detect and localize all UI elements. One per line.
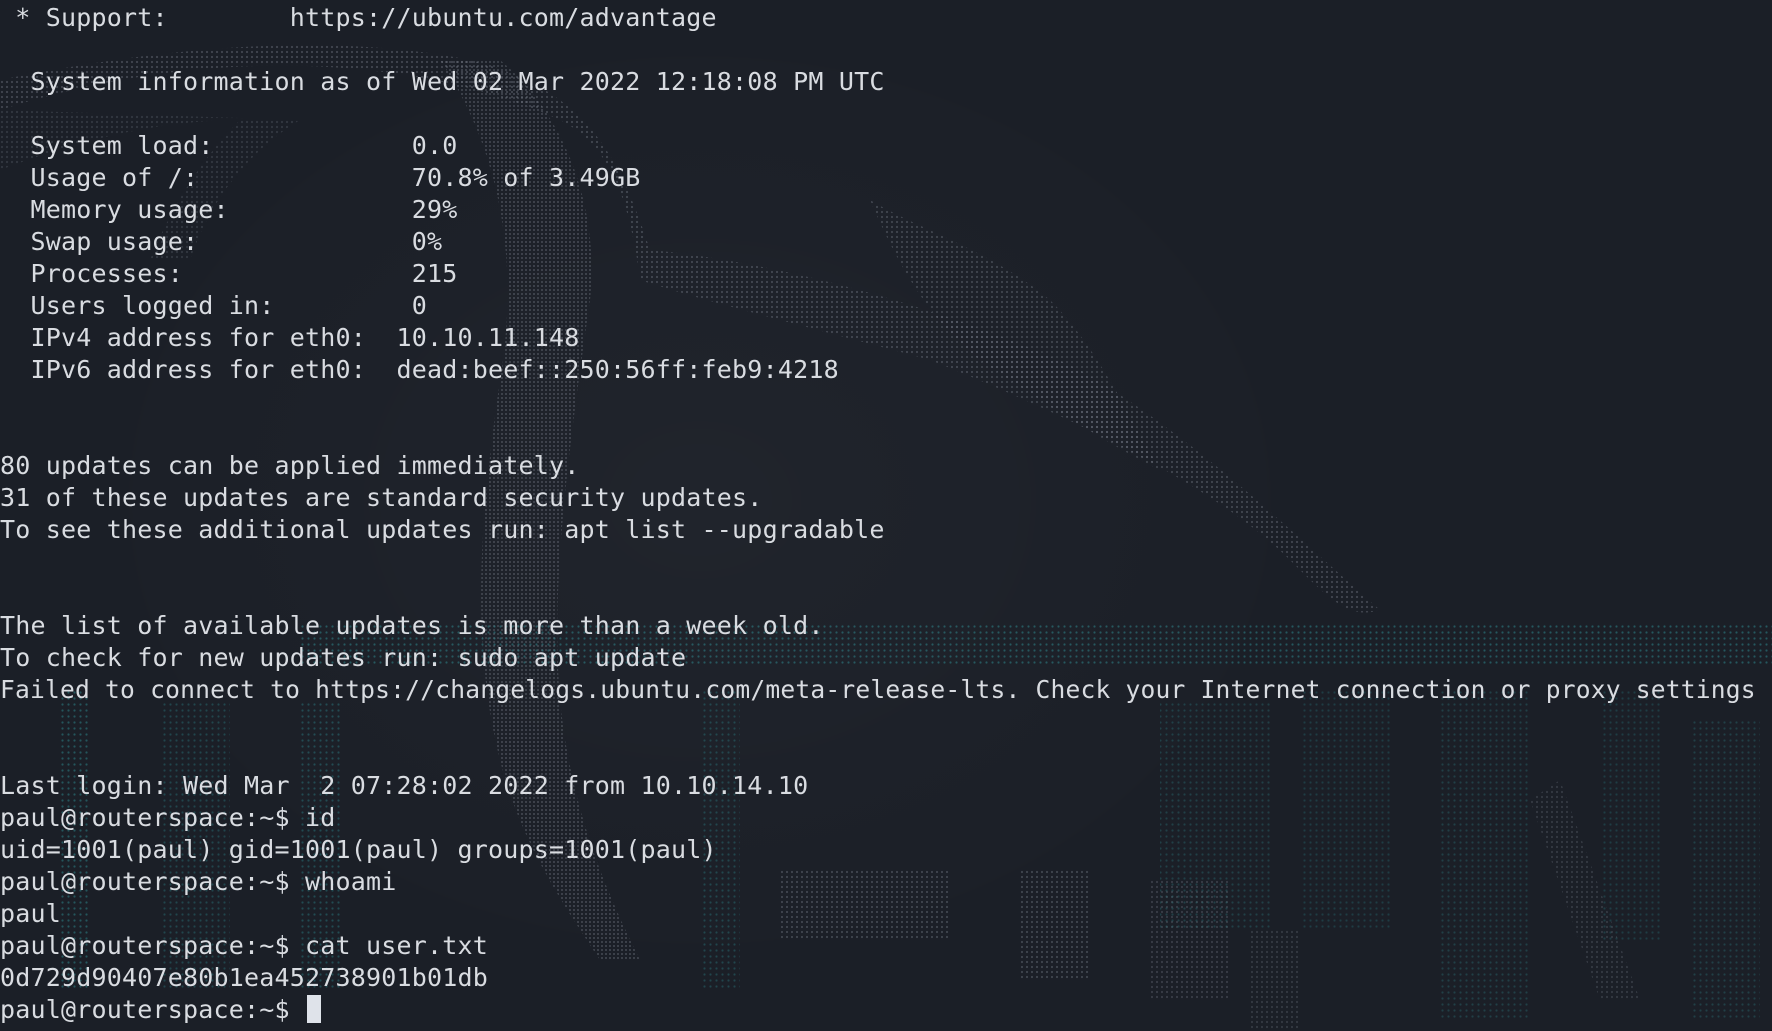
terminal-line: * Support: https://ubuntu.com/advantage: [0, 3, 717, 32]
terminal-line: IPv4 address for eth0: 10.10.11.148: [0, 323, 580, 352]
terminal-line: Swap usage: 0%: [0, 227, 443, 256]
terminal-prompt-line[interactable]: paul@routerspace:~$: [0, 994, 322, 1026]
terminal-line: IPv6 address for eth0: dead:beef::250:56…: [0, 355, 839, 384]
terminal-line: 31 of these updates are standard securit…: [0, 483, 763, 512]
terminal-line: System load: 0.0: [0, 131, 458, 160]
terminal-window[interactable]: * Support: https://ubuntu.com/advantage …: [0, 0, 1772, 1031]
terminal-output: * Support: https://ubuntu.com/advantage …: [0, 0, 1772, 1031]
terminal-line: Memory usage: 29%: [0, 195, 458, 224]
terminal-line: Last login: Wed Mar 2 07:28:02 2022 from…: [0, 771, 809, 800]
terminal-line: To see these additional updates run: apt…: [0, 515, 885, 544]
terminal-line: System information as of Wed 02 Mar 2022…: [0, 67, 885, 96]
terminal-line: paul@routerspace:~$ cat user.txt: [0, 931, 489, 960]
terminal-line: 80 updates can be applied immediately.: [0, 451, 580, 480]
terminal-prompt: paul@routerspace:~$: [0, 995, 306, 1024]
terminal-line: The list of available updates is more th…: [0, 611, 824, 640]
terminal-line: 0d729d90407e80b1ea452738901b01db: [0, 963, 489, 992]
terminal-line: Processes: 215: [0, 259, 458, 288]
terminal-line: Users logged in: 0: [0, 291, 428, 320]
terminal-line: paul@routerspace:~$ id: [0, 803, 336, 832]
terminal-line: paul: [0, 899, 62, 928]
terminal-line: To check for new updates run: sudo apt u…: [0, 643, 687, 672]
terminal-cursor[interactable]: [307, 995, 322, 1023]
terminal-line: Usage of /: 70.8% of 3.49GB: [0, 163, 641, 192]
terminal-line: Failed to connect to https://changelogs.…: [0, 675, 1756, 704]
terminal-line: paul@routerspace:~$ whoami: [0, 867, 397, 896]
terminal-line: uid=1001(paul) gid=1001(paul) groups=100…: [0, 835, 717, 864]
